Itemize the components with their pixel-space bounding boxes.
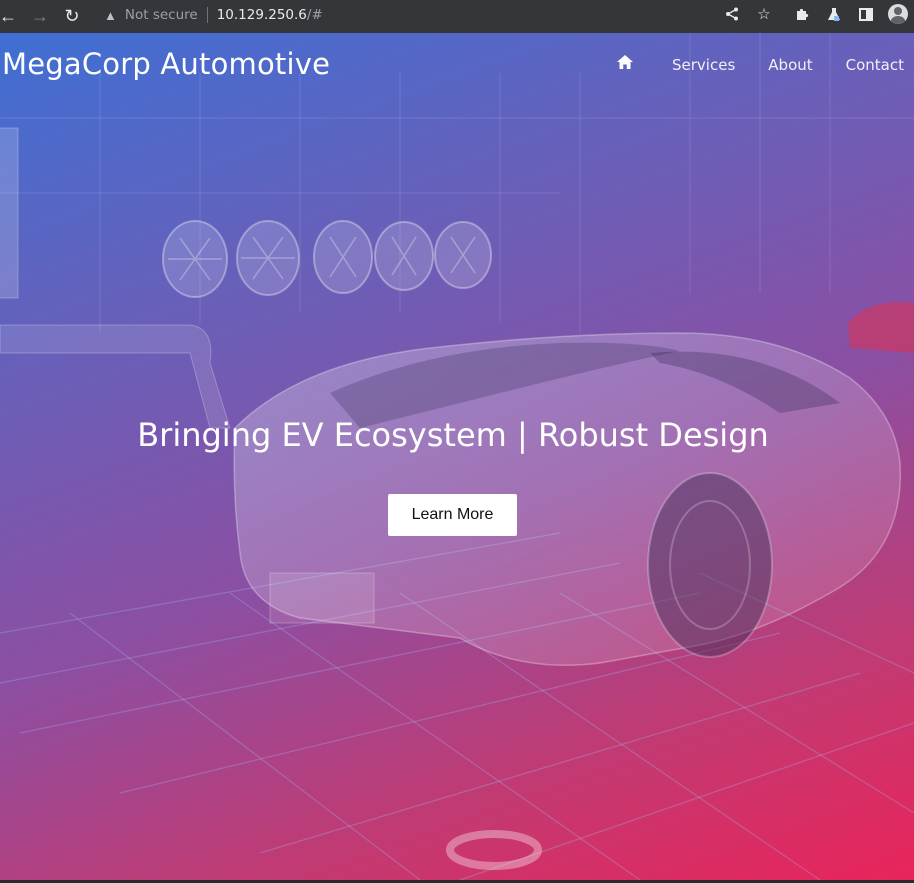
browser-toolbar: ← → ↻ ▲ Not secure 10.129.250.6/# ☆ [0, 0, 914, 33]
hero-background-image [0, 33, 914, 880]
toolbar-actions: ☆ [716, 0, 914, 28]
hero-headline: Bringing EV Ecosystem | Robust Design [137, 416, 769, 454]
flask-icon[interactable] [818, 0, 850, 28]
security-label: Not secure [124, 7, 198, 23]
address-bar[interactable]: ▲ Not secure 10.129.250.6/# [92, 1, 762, 29]
main-navbar: Services About Contact [617, 55, 904, 74]
home-icon[interactable] [617, 55, 639, 74]
back-arrow-icon[interactable]: ← [0, 3, 22, 31]
nav-link-about[interactable]: About [768, 56, 812, 74]
warning-triangle-icon: ▲ [104, 7, 117, 23]
puzzle-icon[interactable] [786, 0, 818, 28]
site-brand[interactable]: MegaCorp Automotive [2, 47, 330, 81]
nav-link-services[interactable]: Services [672, 56, 735, 74]
share-icon[interactable] [716, 0, 748, 28]
forward-arrow-icon[interactable]: → [26, 3, 54, 31]
avatar [888, 4, 908, 24]
side-panel-icon[interactable] [850, 0, 882, 28]
url-path: /# [306, 7, 323, 23]
reload-icon[interactable]: ↻ [58, 3, 86, 31]
nav-link-contact[interactable]: Contact [846, 56, 904, 74]
url-host: 10.129.250.6 [216, 7, 307, 23]
learn-more-button[interactable]: Learn More [388, 494, 517, 536]
address-divider [206, 7, 208, 23]
profile-avatar-icon[interactable] [882, 0, 914, 28]
hero-section: MegaCorp Automotive Services About Conta… [0, 33, 914, 880]
star-icon[interactable]: ☆ [748, 0, 780, 28]
